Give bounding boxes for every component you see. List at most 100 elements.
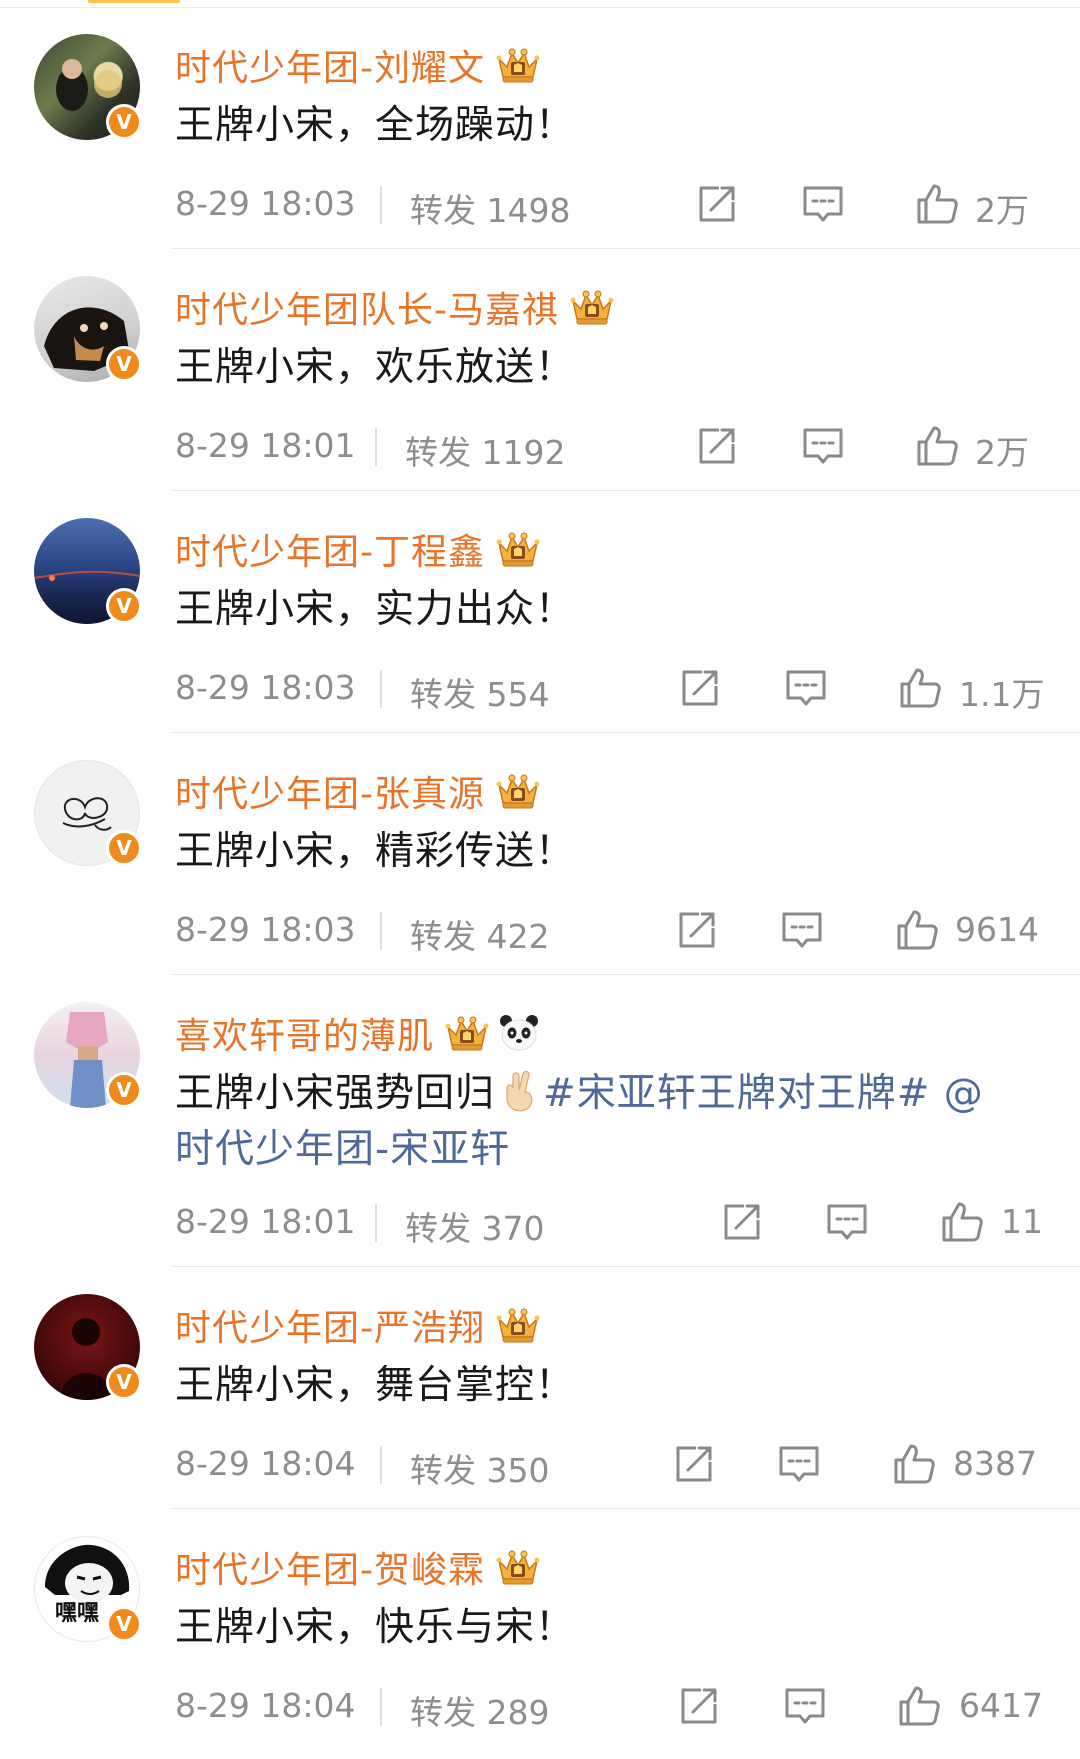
repost-info[interactable]: 转发 370 bbox=[405, 1202, 545, 1250]
repost-count: 1192 bbox=[481, 433, 566, 472]
comment-icon[interactable] bbox=[784, 666, 828, 710]
panda-emoji-icon bbox=[500, 1015, 539, 1051]
share-icon[interactable] bbox=[677, 1684, 721, 1728]
crown-badge-icon bbox=[495, 1547, 541, 1587]
meta-divider bbox=[380, 186, 382, 224]
avatar[interactable]: V bbox=[34, 1294, 142, 1400]
username[interactable]: 时代少年团-严浩翔 bbox=[175, 1299, 485, 1351]
repost-count: 289 bbox=[486, 1693, 550, 1732]
username[interactable]: 时代少年团-贺峻霖 bbox=[175, 1541, 485, 1593]
share-icon[interactable] bbox=[675, 908, 719, 952]
meta-divider bbox=[380, 1688, 382, 1726]
username[interactable]: 喜欢轩哥的薄肌 bbox=[175, 1007, 434, 1059]
comment-text: 王牌小宋，全场躁动！ bbox=[175, 103, 576, 148]
repost-info[interactable]: 转发 1498 bbox=[410, 184, 570, 232]
comment-meta: 8-29 18:03 转发 1498 2万 bbox=[175, 178, 1045, 230]
username[interactable]: 时代少年团-张真源 bbox=[175, 765, 485, 817]
username[interactable]: 时代少年团-丁程鑫 bbox=[175, 523, 485, 575]
verified-badge: V bbox=[106, 346, 142, 382]
meta-divider bbox=[375, 428, 377, 466]
timestamp: 8-29 18:04 bbox=[175, 1686, 356, 1725]
share-icon[interactable] bbox=[720, 1200, 764, 1244]
comment-text: 王牌小宋，舞台掌控！ bbox=[175, 1363, 576, 1408]
avatar[interactable]: V bbox=[34, 276, 142, 382]
active-tab-underline bbox=[88, 0, 180, 3]
repost-info[interactable]: 转发 554 bbox=[410, 668, 550, 716]
comment-icon[interactable] bbox=[825, 1200, 869, 1244]
share-icon[interactable] bbox=[695, 424, 739, 468]
comment-meta: 8-29 18:04 转发 289 6417 bbox=[175, 1680, 1045, 1732]
mention-at[interactable]: @ bbox=[944, 1071, 984, 1116]
comment-text: 王牌小宋，精彩传送！ bbox=[175, 829, 576, 874]
meta-divider bbox=[380, 1446, 382, 1484]
crown-badge-icon bbox=[444, 1013, 490, 1053]
avatar[interactable]: V bbox=[34, 760, 142, 866]
avatar[interactable]: V bbox=[34, 518, 142, 624]
comment-icon[interactable] bbox=[783, 1684, 827, 1728]
comment-icon[interactable] bbox=[801, 182, 845, 226]
comment-text: 王牌小宋，欢乐放送！ bbox=[175, 345, 576, 390]
like-count: 2万 bbox=[975, 191, 1029, 230]
crown-badge-icon bbox=[495, 45, 541, 85]
divider bbox=[0, 7, 1080, 8]
comment-icon[interactable] bbox=[777, 1442, 821, 1486]
like-count: 2万 bbox=[975, 433, 1029, 472]
comment-meta: 8-29 18:03 转发 422 9614 bbox=[175, 904, 1045, 956]
repost-label: 转发 bbox=[405, 433, 471, 472]
like-count: 8387 bbox=[953, 1444, 1037, 1483]
comment-icon[interactable] bbox=[780, 908, 824, 952]
verified-badge: V bbox=[106, 588, 142, 624]
thumbs-up-icon[interactable] bbox=[940, 1200, 984, 1244]
share-icon[interactable] bbox=[672, 1442, 716, 1486]
comment-text: 王牌小宋，快乐与宋！ bbox=[175, 1605, 576, 1650]
timestamp: 8-29 18:01 bbox=[175, 426, 356, 465]
username[interactable]: 时代少年团队长-马嘉祺 bbox=[175, 281, 559, 333]
share-icon[interactable] bbox=[695, 182, 739, 226]
comment-meta: 8-29 18:01 转发 1192 2万 bbox=[175, 420, 1045, 472]
avatar-caption: 嘿嘿 bbox=[55, 1601, 100, 1626]
divider bbox=[172, 1508, 1080, 1509]
repost-label: 转发 bbox=[410, 917, 476, 956]
meta-divider bbox=[375, 1204, 377, 1242]
share-icon[interactable] bbox=[678, 666, 722, 710]
thumbs-up-icon[interactable] bbox=[915, 424, 959, 468]
crown-badge-icon bbox=[495, 529, 541, 569]
comment-text: 王牌小宋，实力出众！ bbox=[175, 587, 576, 632]
username[interactable]: 时代少年团-刘耀文 bbox=[175, 39, 485, 91]
divider bbox=[172, 248, 1080, 249]
repost-info[interactable]: 转发 422 bbox=[410, 910, 550, 958]
timestamp: 8-29 18:03 bbox=[175, 910, 356, 949]
thumbs-up-icon[interactable] bbox=[898, 666, 942, 710]
repost-count: 422 bbox=[486, 917, 550, 956]
repost-info[interactable]: 转发 350 bbox=[410, 1444, 550, 1492]
repost-count: 1498 bbox=[486, 191, 571, 230]
verified-badge: V bbox=[106, 1072, 142, 1108]
hashtag-link[interactable]: #宋亚轩王牌对王牌# bbox=[543, 1071, 930, 1116]
repost-label: 转发 bbox=[405, 1209, 471, 1248]
meta-divider bbox=[380, 912, 382, 950]
thumbs-up-icon[interactable] bbox=[895, 908, 939, 952]
repost-count: 350 bbox=[486, 1451, 550, 1490]
verified-badge: V bbox=[106, 104, 142, 140]
comment-icon[interactable] bbox=[801, 424, 845, 468]
crown-badge-icon bbox=[569, 287, 615, 327]
repost-label: 转发 bbox=[410, 1451, 476, 1490]
mention-link[interactable]: 时代少年团-宋亚轩 bbox=[175, 1127, 510, 1172]
thumbs-up-icon[interactable] bbox=[892, 1442, 936, 1486]
timestamp: 8-29 18:03 bbox=[175, 184, 356, 223]
like-count: 6417 bbox=[959, 1686, 1043, 1725]
avatar[interactable]: V bbox=[34, 1002, 142, 1108]
like-count: 9614 bbox=[955, 910, 1039, 949]
repost-label: 转发 bbox=[410, 1693, 476, 1732]
avatar[interactable]: 嘿嘿 V bbox=[34, 1536, 142, 1642]
timestamp: 8-29 18:03 bbox=[175, 668, 356, 707]
comment-text: 王牌小宋强势回归 #宋亚轩王牌对王牌# @ 时代少年团-宋亚轩 bbox=[175, 1066, 1035, 1178]
thumbs-up-icon[interactable] bbox=[897, 1684, 941, 1728]
like-count: 1.1万 bbox=[959, 675, 1045, 714]
top-tab-indicator bbox=[0, 0, 1080, 8]
repost-label: 转发 bbox=[410, 191, 476, 230]
repost-info[interactable]: 转发 1192 bbox=[405, 426, 565, 474]
thumbs-up-icon[interactable] bbox=[915, 182, 959, 226]
avatar[interactable]: V bbox=[34, 34, 142, 140]
repost-info[interactable]: 转发 289 bbox=[410, 1686, 550, 1734]
